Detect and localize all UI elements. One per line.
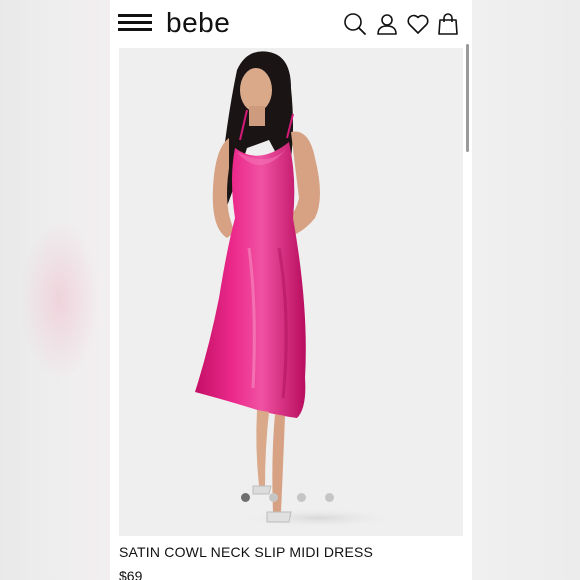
model-in-dress-illustration bbox=[119, 48, 463, 536]
carousel-dot-3[interactable] bbox=[297, 493, 306, 502]
brand-logo[interactable]: bebe bbox=[166, 6, 230, 40]
account-icon[interactable] bbox=[375, 12, 399, 36]
site-header: bebe bbox=[110, 0, 472, 46]
carousel-dot-1[interactable] bbox=[241, 493, 250, 502]
carousel-dot-4[interactable] bbox=[325, 493, 334, 502]
image-carousel-indicators bbox=[241, 493, 341, 503]
product-price: $69 bbox=[119, 568, 143, 580]
carousel-dot-2[interactable] bbox=[269, 493, 278, 502]
bag-icon[interactable] bbox=[436, 12, 460, 36]
product-image[interactable] bbox=[119, 48, 463, 536]
menu-icon[interactable] bbox=[118, 14, 152, 32]
page-scrollbar[interactable] bbox=[466, 44, 469, 152]
mobile-product-page: bebe SATIN COWL NECK SLIP MIDI DRESS $69 bbox=[110, 0, 472, 580]
heart-icon[interactable] bbox=[406, 12, 430, 36]
blurred-backdrop-right bbox=[470, 0, 580, 580]
product-title: SATIN COWL NECK SLIP MIDI DRESS bbox=[119, 544, 374, 560]
blurred-backdrop-left bbox=[0, 0, 110, 580]
search-icon[interactable] bbox=[343, 12, 367, 36]
